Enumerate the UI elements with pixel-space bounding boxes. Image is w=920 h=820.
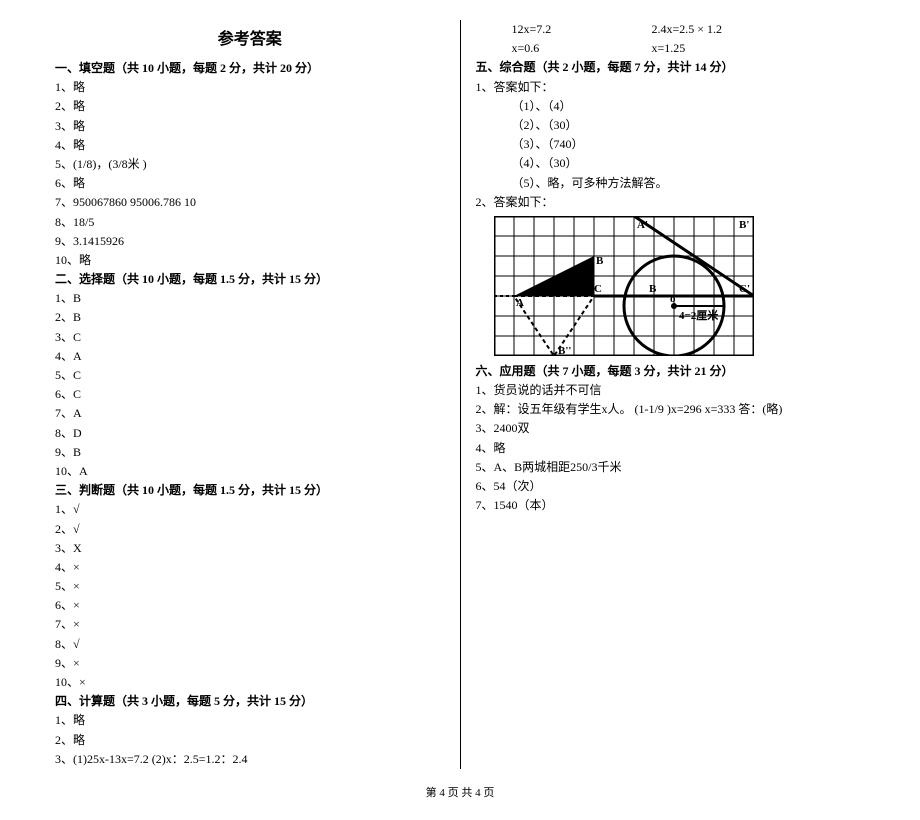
calc-row: 12x=7.2 2.4x=2.5 × 1.2 bbox=[476, 20, 866, 39]
calc-cell: x=1.25 bbox=[652, 39, 792, 58]
left-column: 参考答案 一、填空题（共 10 小题，每题 2 分，共计 20 分） 1、略 2… bbox=[40, 20, 460, 769]
sec2-item: 10、A bbox=[55, 462, 445, 481]
sec5-1-item: （5）、略，可多种方法解答。 bbox=[476, 174, 866, 193]
sec1-item: 4、略 bbox=[55, 136, 445, 155]
sec1-item: 1、略 bbox=[55, 78, 445, 97]
sec1-item: 2、略 bbox=[55, 97, 445, 116]
sec5-1-item: （4）、（30） bbox=[476, 154, 866, 173]
sec3-item: 10、× bbox=[55, 673, 445, 692]
sec2-item: 5、C bbox=[55, 366, 445, 385]
calc-cell: 12x=7.2 bbox=[476, 20, 652, 39]
sec2-item: 6、C bbox=[55, 385, 445, 404]
sec6-item: 1、货员说的话并不可信 bbox=[476, 381, 866, 400]
sec2-item: 9、B bbox=[55, 443, 445, 462]
svg-text:B: B bbox=[596, 255, 604, 267]
sec6-item: 3、2400双 bbox=[476, 419, 866, 438]
sec3-item: 6、× bbox=[55, 596, 445, 615]
sec5-header: 五、综合题（共 2 小题，每题 7 分，共计 14 分） bbox=[476, 58, 866, 77]
sec1-item: 6、略 bbox=[55, 174, 445, 193]
sec3-item: 9、× bbox=[55, 654, 445, 673]
sec2-item: 3、C bbox=[55, 328, 445, 347]
svg-text:A': A' bbox=[637, 219, 648, 231]
sec6-item: 5、A、B两城相距250/3千米 bbox=[476, 458, 866, 477]
right-column: 12x=7.2 2.4x=2.5 × 1.2 x=0.6 x=1.25 五、综合… bbox=[461, 20, 881, 769]
sec3-item: 8、√ bbox=[55, 635, 445, 654]
sec3-item: 7、× bbox=[55, 615, 445, 634]
svg-text:A: A bbox=[516, 297, 524, 309]
page-footer: 第 4 页 共 4 页 bbox=[40, 784, 880, 800]
sec6-item: 6、54（次） bbox=[476, 477, 866, 496]
calc-cell: x=0.6 bbox=[476, 39, 652, 58]
sec2-item: 8、D bbox=[55, 424, 445, 443]
svg-text:B'': B'' bbox=[558, 345, 571, 356]
sec5-1-head: 1、答案如下： bbox=[476, 78, 866, 97]
sec4-header: 四、计算题（共 3 小题，每题 5 分，共计 15 分） bbox=[55, 692, 445, 711]
sec4-item: 3、(1)25x-13x=7.2 (2)x：2.5=1.2：2.4 bbox=[55, 750, 445, 769]
svg-text:o: o bbox=[670, 293, 676, 305]
sec1-header: 一、填空题（共 10 小题，每题 2 分，共计 20 分） bbox=[55, 59, 445, 78]
sec3-item: 3、X bbox=[55, 539, 445, 558]
geometry-diagram: A' B' C' A C B B B'' o 4=2厘米 bbox=[494, 216, 754, 356]
sec2-item: 7、A bbox=[55, 404, 445, 423]
svg-text:B': B' bbox=[739, 219, 749, 231]
sec5-2-head: 2、答案如下： bbox=[476, 193, 866, 212]
sec3-item: 2、√ bbox=[55, 520, 445, 539]
sec1-item: 8、18/5 bbox=[55, 213, 445, 232]
sec1-item: 7、950067860 95006.786 10 bbox=[55, 193, 445, 212]
sec3-item: 5、× bbox=[55, 577, 445, 596]
calc-row: x=0.6 x=1.25 bbox=[476, 39, 866, 58]
svg-text:C: C bbox=[594, 283, 602, 295]
sec3-item: 1、√ bbox=[55, 500, 445, 519]
sec5-1-item: （1）、（4） bbox=[476, 97, 866, 116]
sec2-item: 2、B bbox=[55, 308, 445, 327]
sec2-item: 4、A bbox=[55, 347, 445, 366]
sec1-item: 9、3.1415926 bbox=[55, 232, 445, 251]
grid-scale-label: 4=2厘米 bbox=[679, 308, 719, 322]
sec6-item: 2、解：设五年级有学生x人。 (1-1/9 )x=296 x=333 答：(略) bbox=[476, 400, 866, 419]
sec6-header: 六、应用题（共 7 小题，每题 3 分，共计 21 分） bbox=[476, 362, 866, 381]
sec1-item: 5、(1/8)，(3/8米 ) bbox=[55, 155, 445, 174]
svg-text:C': C' bbox=[739, 283, 750, 295]
sec6-item: 7、1540（本） bbox=[476, 496, 866, 515]
calc-cell: 2.4x=2.5 × 1.2 bbox=[652, 20, 792, 39]
sec5-1-item: （2）、（30） bbox=[476, 116, 866, 135]
sec3-item: 4、× bbox=[55, 558, 445, 577]
sec1-item: 10、略 bbox=[55, 251, 445, 270]
sec1-item: 3、略 bbox=[55, 117, 445, 136]
sec4-item: 1、略 bbox=[55, 711, 445, 730]
svg-text:B: B bbox=[649, 283, 657, 295]
sec5-1-item: （3）、（740） bbox=[476, 135, 866, 154]
sec4-item: 2、略 bbox=[55, 731, 445, 750]
page-title: 参考答案 bbox=[55, 25, 445, 49]
sec3-header: 三、判断题（共 10 小题，每题 1.5 分，共计 15 分） bbox=[55, 481, 445, 500]
sec2-header: 二、选择题（共 10 小题，每题 1.5 分，共计 15 分） bbox=[55, 270, 445, 289]
page: 参考答案 一、填空题（共 10 小题，每题 2 分，共计 20 分） 1、略 2… bbox=[40, 20, 880, 769]
sec6-item: 4、略 bbox=[476, 439, 866, 458]
sec2-item: 1、B bbox=[55, 289, 445, 308]
